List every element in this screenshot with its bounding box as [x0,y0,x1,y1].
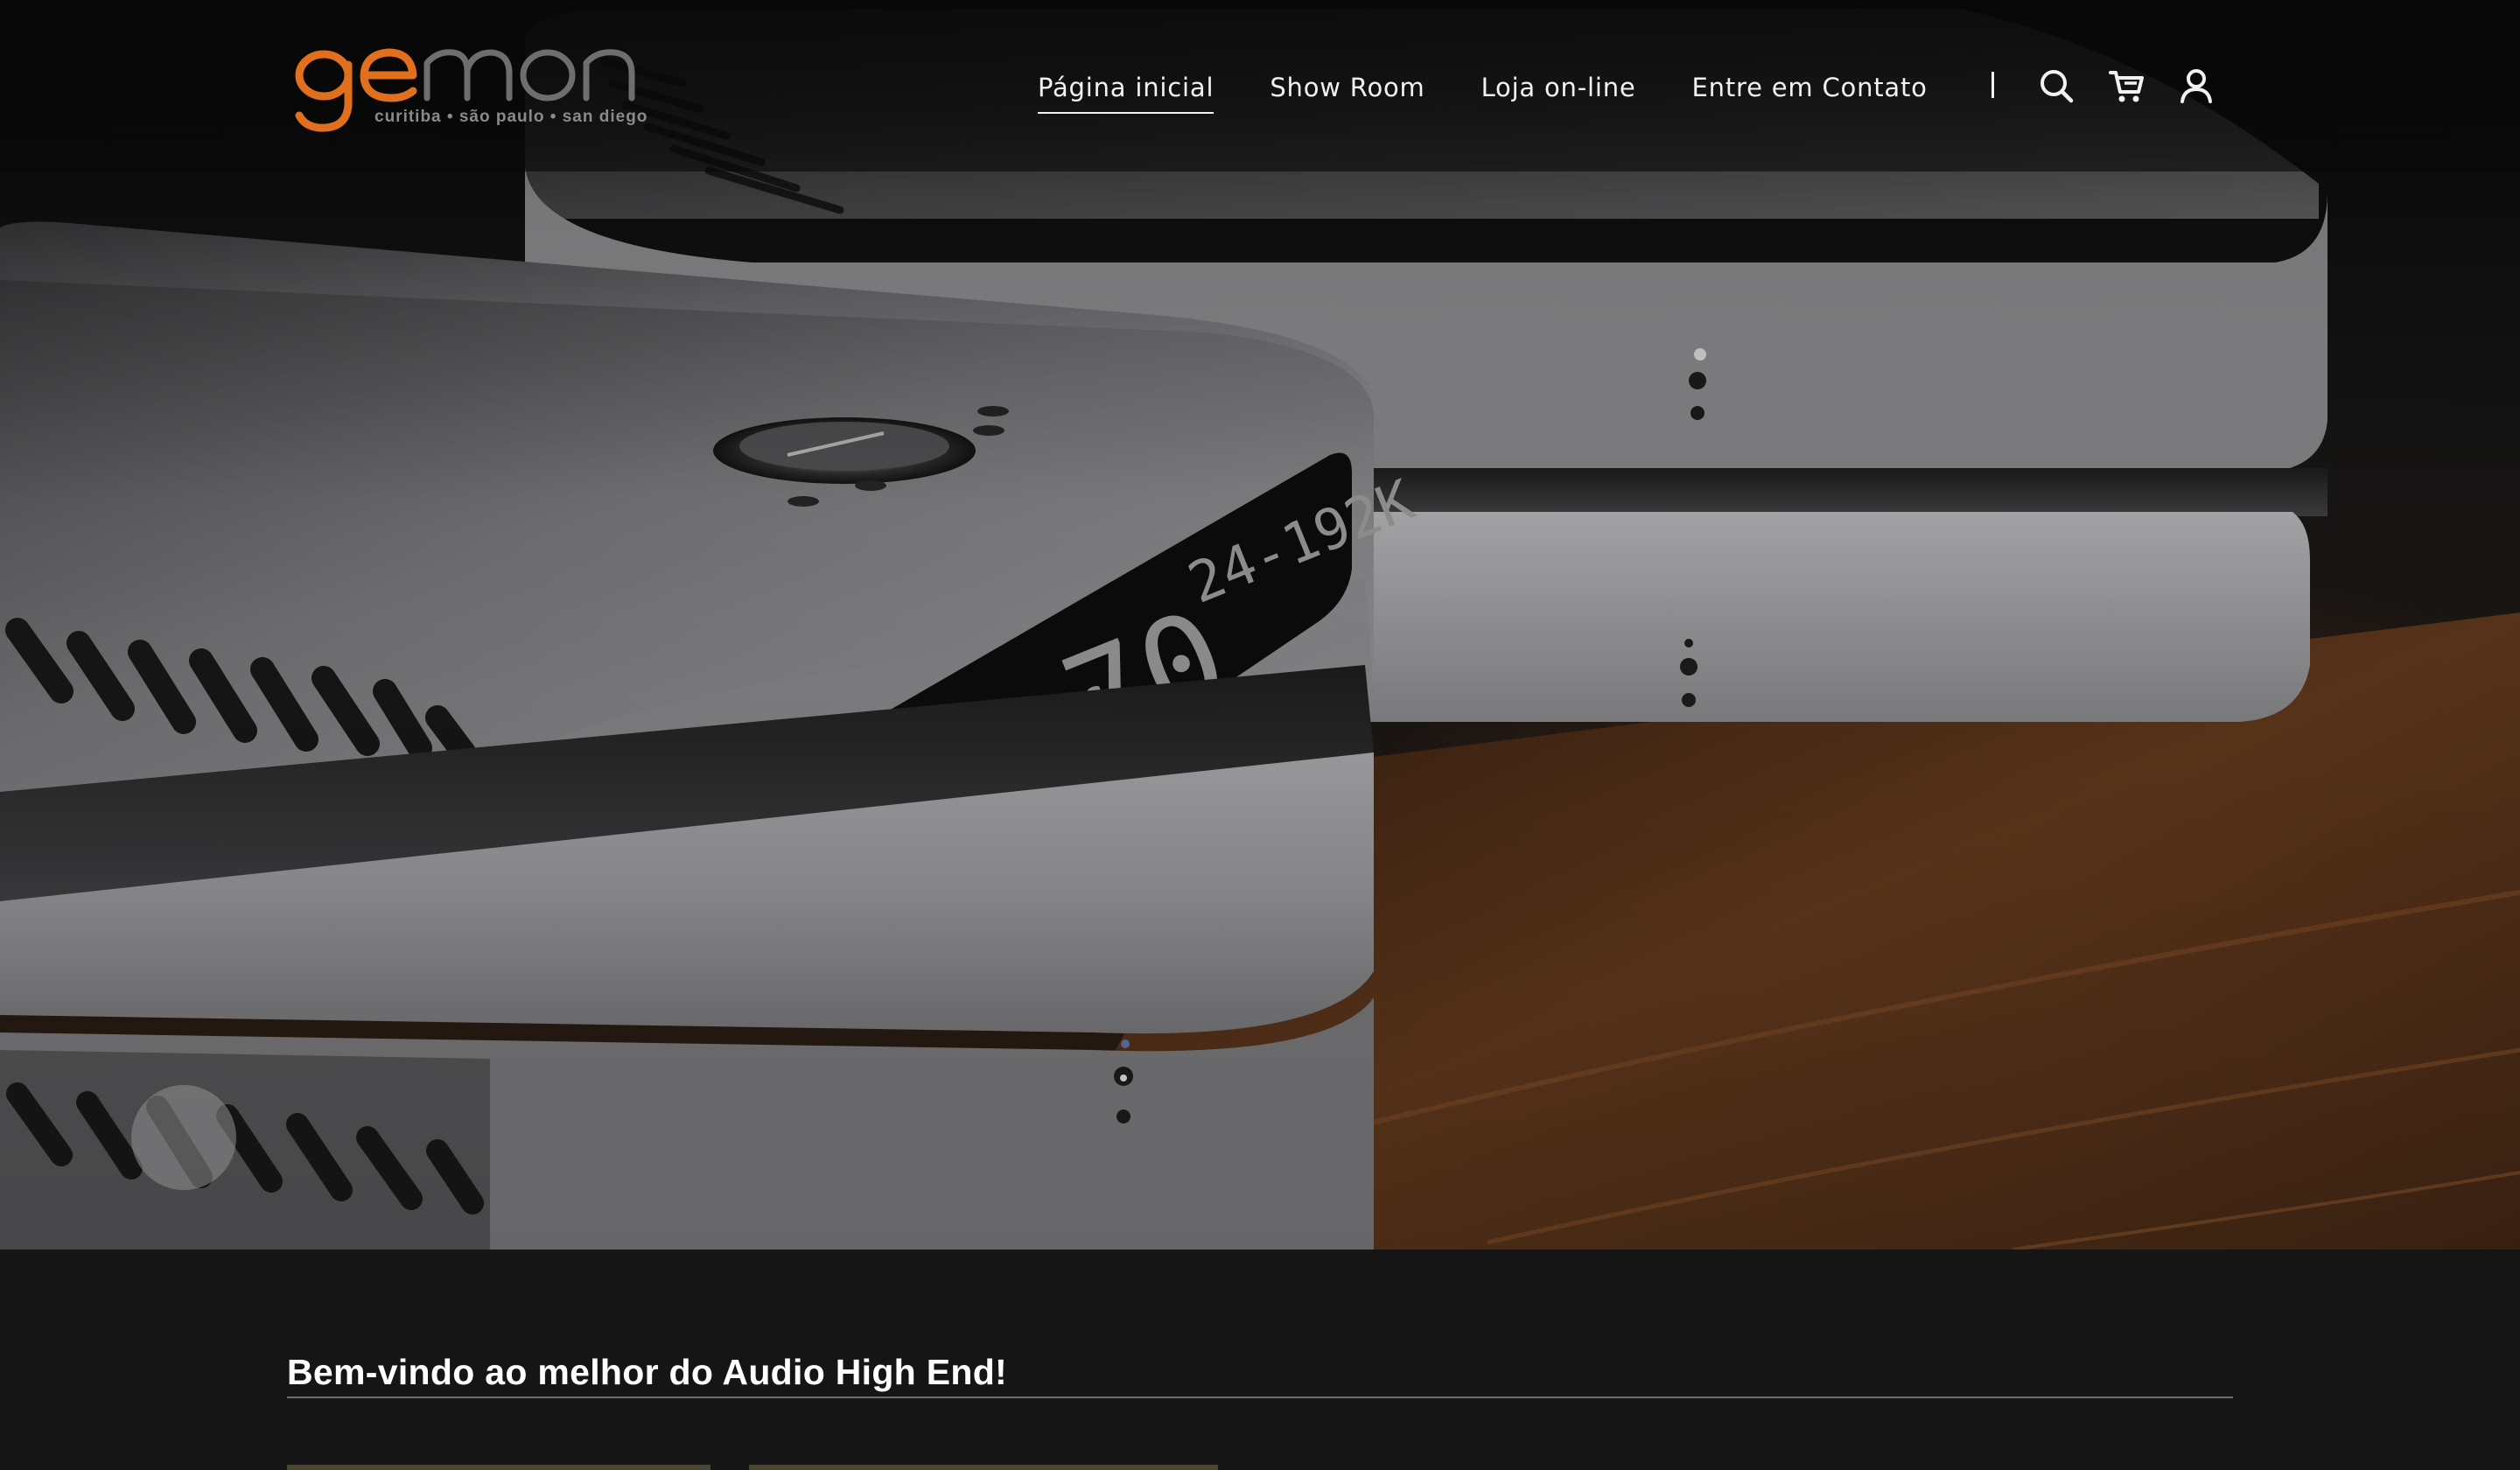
section-divider [287,1396,2233,1398]
account-button[interactable] [2177,66,2216,105]
nav-item-contact[interactable]: Entre em Contato [1692,63,1928,112]
search-icon [2040,70,2074,103]
main-content: Bem-vindo ao melhor do Audio High End! [0,1250,2520,1470]
hero-banner: Renderer 70 24-192K [0,0,2520,1250]
brand-tagline: curitiba • são paulo • san diego [374,108,648,126]
site-header: curitiba • são paulo • san diego Página … [0,0,2520,172]
main-nav: Página inicial Show Room Loja on-line En… [1038,63,1984,114]
account-icon [2180,69,2212,103]
hero-image: Renderer 70 24-192K [0,9,2520,1250]
nav-item-show-room[interactable]: Show Room [1270,63,1424,112]
cart-button[interactable] [2107,66,2146,105]
search-button[interactable] [2037,66,2076,105]
product-thumbnails-strip [287,1465,1218,1470]
cart-icon [2109,71,2144,102]
brand-logo[interactable]: curitiba • são paulo • san diego [289,24,656,138]
product-thumbnail[interactable] [749,1465,1218,1470]
welcome-heading: Bem-vindo ao melhor do Audio High End! [287,1352,1008,1393]
nav-separator [1992,72,1994,98]
nav-item-online-store[interactable]: Loja on-line [1481,63,1636,112]
nav-item-home[interactable]: Página inicial [1038,63,1214,114]
product-thumbnail[interactable] [287,1465,710,1470]
